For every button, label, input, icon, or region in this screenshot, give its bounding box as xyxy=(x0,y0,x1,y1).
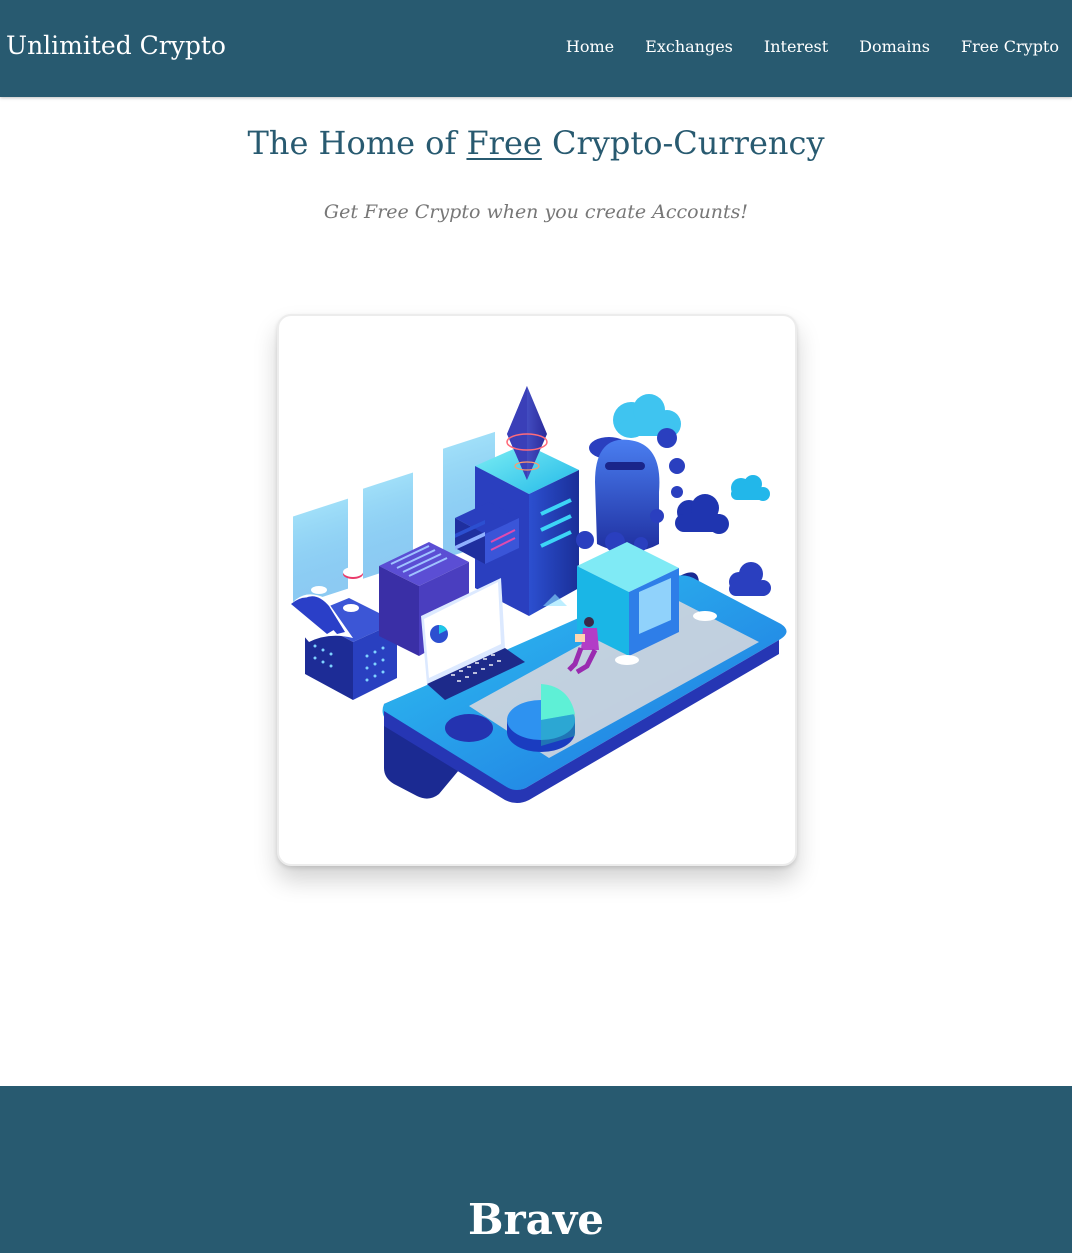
cloud-icon-middle xyxy=(675,494,729,534)
crypto-isometric-city-illustration xyxy=(285,386,787,803)
cloud-icon-right xyxy=(731,475,770,501)
nav-link-exchanges[interactable]: Exchanges xyxy=(614,36,733,58)
brand-logo-link[interactable]: Unlimited Crypto xyxy=(6,29,226,63)
nav-link-domains[interactable]: Domains xyxy=(828,36,930,58)
nav-link-home[interactable]: Home xyxy=(535,36,614,58)
hero-title-emphasis: Free xyxy=(466,124,542,162)
nav-link-free-crypto[interactable]: Free Crypto xyxy=(930,36,1059,58)
hero-title: The Home of Free Crypto-Currency xyxy=(0,120,1072,166)
brave-section-title: Brave xyxy=(468,1195,604,1244)
hero-title-before: The Home of xyxy=(247,124,467,162)
hero-title-after: Crypto-Currency xyxy=(541,124,825,162)
top-navbar: Unlimited Crypto Home Exchanges Interest… xyxy=(0,0,1072,97)
cloud-icon-low xyxy=(729,562,771,596)
hero-subtitle: Get Free Crypto when you create Accounts… xyxy=(323,201,749,223)
illustration-card xyxy=(277,314,797,866)
main-nav: Home Exchanges Interest Domains Free Cry… xyxy=(535,36,1059,58)
nav-link-interest[interactable]: Interest xyxy=(733,36,828,58)
